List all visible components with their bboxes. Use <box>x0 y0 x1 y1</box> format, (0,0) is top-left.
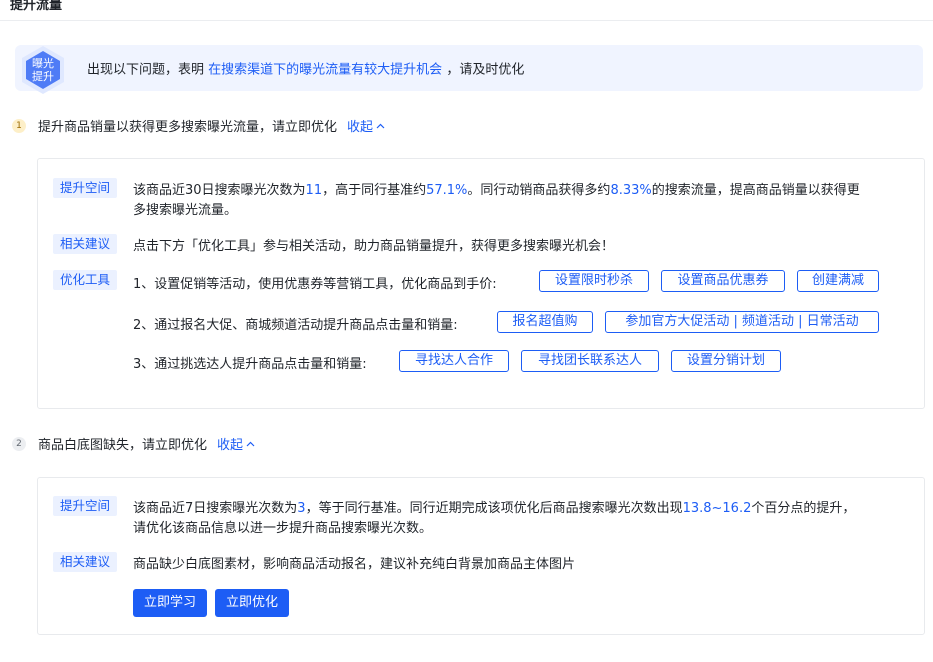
traffic-percent-value: 8.33% <box>610 183 652 198</box>
chevron-up-icon <box>246 441 255 446</box>
tag-related-advice: 相关建议 <box>53 234 118 254</box>
badge-line1: 曝光 <box>32 56 54 70</box>
section-2-header: 2 商品白底图缺失，请立即优化 收起 <box>12 434 255 453</box>
section-1-collapse-toggle[interactable]: 收起 <box>347 116 385 135</box>
section-1-header: 1 提升商品销量以获得更多搜索曝光流量，请立即优化 收起 <box>12 116 385 135</box>
learn-now-button[interactable]: 立即学习 <box>133 589 207 617</box>
section-1-title: 提升商品销量以获得更多搜索曝光流量，请立即优化 <box>38 120 338 135</box>
find-group-leader-button[interactable]: 寻找团长联系达人 <box>521 350 659 372</box>
optimize-now-button[interactable]: 立即优化 <box>215 589 289 617</box>
exposure-count-value: 11 <box>305 183 323 198</box>
tag-improvement-space: 提升空间 <box>53 496 118 516</box>
set-distribution-plan-button[interactable]: 设置分销计划 <box>671 350 781 372</box>
banner-highlight: 在搜索渠道下的曝光流量有较大提升机会 <box>208 62 443 78</box>
register-value-buy-button[interactable]: 报名超值购 <box>497 311 593 333</box>
tag-optimization-tools: 优化工具 <box>53 270 118 290</box>
create-discount-button[interactable]: 创建满减 <box>797 270 879 292</box>
exposure-count-value: 3 <box>297 501 306 516</box>
section-2-space-line2: 请优化该商品信息以进一步提升商品搜索曝光次数。 <box>133 521 433 536</box>
section-2-advice-text: 商品缺少白底图素材，影响商品活动报名，建议补充纯白背景加商品主体图片 <box>133 557 576 572</box>
page-title: 提升流量 <box>10 0 63 13</box>
section-1-advice-text: 点击下方「优化工具」参与相关活动，助力商品销量提升，获得更多搜索曝光机会！ <box>133 239 615 254</box>
set-flash-sale-button[interactable]: 设置限时秒杀 <box>539 270 649 292</box>
improvement-range-value: 13.8~16.2 <box>682 501 752 516</box>
section-2-title: 商品白底图缺失，请立即优化 <box>38 438 208 453</box>
page-header: 提升流量 <box>0 0 933 21</box>
section-2-collapse-toggle[interactable]: 收起 <box>217 434 255 453</box>
find-influencer-button[interactable]: 寻找达人合作 <box>399 350 509 372</box>
section-1-space-line2: 多搜索曝光流量。 <box>133 203 238 218</box>
section-1-index: 1 <box>12 118 26 133</box>
tag-related-advice: 相关建议 <box>53 552 118 572</box>
benchmark-percent-value: 57.1% <box>426 183 468 198</box>
tool-row-1-text: 1、设置促销等活动，使用优惠券等营销工具，优化商品到手价: <box>133 277 497 292</box>
chevron-up-icon <box>376 123 385 128</box>
section-2-index: 2 <box>12 436 26 451</box>
set-product-coupon-button[interactable]: 设置商品优惠券 <box>661 270 785 292</box>
tool-row-2-text: 2、通过报名大促、商城频道活动提升商品点击量和销量: <box>133 318 458 333</box>
badge-line2: 提升 <box>32 70 54 83</box>
join-official-promotion-button[interactable]: 参加官方大促活动 | 频道活动 | 日常活动 <box>605 311 879 333</box>
tag-improvement-space: 提升空间 <box>53 178 118 198</box>
section-2-space-line1: 该商品近7日搜索曝光次数为3，等于同行基准。同行近期完成该项优化后商品搜索曝光次… <box>133 501 856 516</box>
tool-row-3-text: 3、通过挑选达人提升商品点击量和销量: <box>133 357 367 372</box>
banner-message: 出现以下问题，表明 在搜索渠道下的曝光流量有较大提升机会 ，请及时优化 <box>87 62 525 78</box>
exposure-boost-badge-icon: 曝光 提升 <box>22 46 64 94</box>
section-1-space-line1: 该商品近30日搜索曝光次数为11，高于同行基准约57.1%。同行动销商品获得多约… <box>133 183 860 198</box>
